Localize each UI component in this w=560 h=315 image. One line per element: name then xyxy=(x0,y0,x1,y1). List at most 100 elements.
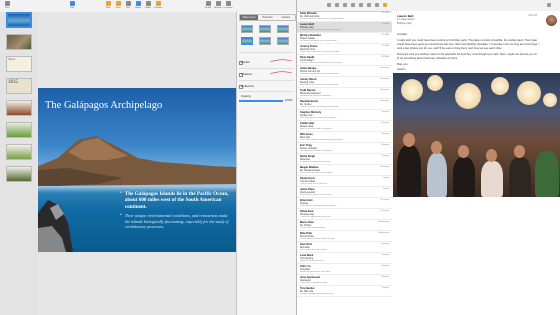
message-date: 8:52 AM xyxy=(381,45,389,47)
message-date: Yesterday xyxy=(379,78,389,80)
style-swatch[interactable] xyxy=(241,25,253,33)
message-row[interactable]: Jamie Rhee Quick question Do you have the … xyxy=(297,187,392,198)
face xyxy=(458,145,469,158)
message-preview: Weather looks great for Saturday… xyxy=(300,95,333,98)
message-row[interactable]: Wesley Steinfeld Project update Got a few … xyxy=(297,33,392,44)
message-preview: Heard the great news, well done… xyxy=(300,271,332,274)
message-row[interactable]: Marco Diaz Re: Photos These came out beaut… xyxy=(297,220,392,231)
trash-icon[interactable] xyxy=(343,3,347,7)
tab-transition[interactable]: Transition xyxy=(258,15,276,20)
divider xyxy=(239,52,294,53)
message-subject: Quick question xyxy=(300,191,316,194)
opacity-value[interactable]: 100% xyxy=(285,98,293,102)
message-row[interactable]: Nina Park Dinner Friday Let me know what t… xyxy=(297,231,392,242)
message-row[interactable]: Ashley Wood Meeting notes Attached are the… xyxy=(297,77,392,88)
message-row[interactable]: Stephen McCarty Garden club Next meeting w… xyxy=(297,110,392,121)
message-subject: Volunteer day xyxy=(300,213,315,216)
opacity-label: Opacity xyxy=(241,94,252,98)
search-icon[interactable] xyxy=(547,3,551,7)
slide-title[interactable]: The Galápagos Archipelago xyxy=(45,100,162,111)
message-row[interactable]: Megan Wallace Re: Weekend plans Count me i… xyxy=(297,165,392,176)
message-row[interactable]: Tom Becker Re: Bike ride Sunday morning wo… xyxy=(297,286,392,297)
slide-canvas: The Galápagos Archipelago • The Galápagos… xyxy=(38,12,236,315)
message-row[interactable]: Kelly Wheeler Re: Fall book picks Hi! Here… xyxy=(297,11,392,22)
junk-icon[interactable] xyxy=(351,3,355,7)
message-row[interactable]: Nisha Singh Welcome! So glad you could joi… xyxy=(297,154,392,165)
slide-thumbnail[interactable]: 1835 xyxy=(6,78,32,94)
message-row[interactable]: Lauren Bell Birthday party I really wish y… xyxy=(297,22,392,33)
archive-icon[interactable] xyxy=(335,3,339,7)
view-icon xyxy=(4,1,10,6)
message-subject: Hiking this weekend xyxy=(300,92,321,95)
message-date: 9:28 AM xyxy=(381,23,389,25)
message-preview: Here's the itinerary so far… xyxy=(300,260,326,263)
slide-thumbnail[interactable] xyxy=(6,100,32,116)
avatar xyxy=(546,15,557,26)
message-subject: Re: Bike ride xyxy=(300,290,314,293)
style-swatch[interactable] xyxy=(241,37,253,45)
slide-thumbnail[interactable] xyxy=(6,166,32,182)
table-button[interactable]: Table xyxy=(103,1,113,9)
message-row[interactable]: Julien Merjee Photos from the trip Uploade… xyxy=(297,66,392,77)
slide-thumbnail[interactable] xyxy=(6,12,32,28)
body-line: took a few photos just for you, and I'll… xyxy=(397,47,503,50)
message-row[interactable]: Lena Ward Trip planning Here's the itinera… xyxy=(297,253,392,264)
slide-thumbnail[interactable] xyxy=(6,144,32,160)
message-row[interactable]: Paula Ferrer Concert tickets I got us seat… xyxy=(297,176,392,187)
message-row[interactable]: Will Jones Book club Can't wait to discuss… xyxy=(297,132,392,143)
media-button[interactable]: Media xyxy=(143,1,153,9)
message-preview: The updated schedule is attached… xyxy=(300,150,334,153)
slide-thumbnail[interactable]: NEWS xyxy=(6,56,32,72)
slide[interactable]: The Galápagos Archipelago • The Galápagos… xyxy=(38,88,236,252)
play-button[interactable]: Play xyxy=(67,1,77,9)
message-row[interactable]: Danielle Bodor Re: Invoice Thanks, receive… xyxy=(297,99,392,110)
bullet-item: • The Galápagos Islands lie in the Pacifi… xyxy=(120,191,229,210)
body-line: Everyone sent you wishes! I went to the … xyxy=(397,53,537,56)
style-swatch[interactable] xyxy=(277,25,289,33)
style-swatch[interactable] xyxy=(259,37,271,45)
plant xyxy=(535,151,559,197)
message-row[interactable]: Sam Ortiz Reminder Don't forget about the … xyxy=(297,242,392,253)
message-row[interactable]: Jeremy Fisher Field trip forms Please sign… xyxy=(297,44,392,55)
message-preview: I got us seats in the third row… xyxy=(300,183,329,186)
face xyxy=(514,145,525,158)
style-swatch[interactable] xyxy=(259,25,271,33)
greeting: Hi Adam, xyxy=(397,33,408,36)
slide-thumbnail[interactable] xyxy=(6,34,32,50)
text-button[interactable]: Text xyxy=(123,1,133,9)
party-photo[interactable] xyxy=(393,73,560,197)
message-row[interactable]: Olivia Kent Volunteer day Thanks for signi… xyxy=(297,209,392,220)
style-swatch[interactable] xyxy=(277,37,289,45)
body-line: to do something about that busy schedule… xyxy=(397,57,458,60)
reply-icon[interactable] xyxy=(359,3,363,7)
comment-button[interactable]: Comment xyxy=(153,1,163,9)
document-button[interactable]: Document xyxy=(223,1,233,9)
opacity-slider[interactable] xyxy=(239,100,283,102)
reply-all-icon[interactable] xyxy=(367,3,371,7)
format-button[interactable]: Format xyxy=(203,1,213,9)
message-row[interactable]: Brian Hart Carpool I can drive on Wednesda… xyxy=(297,198,392,209)
message-row[interactable]: Caitlin Hale Recipe swap Here's the soup r… xyxy=(297,121,392,132)
forward-icon[interactable] xyxy=(375,3,379,7)
view-button[interactable]: View xyxy=(2,1,12,9)
message-row[interactable]: June Appleseed Newsletter This month's hig… xyxy=(297,275,392,286)
slide-thumbnail[interactable] xyxy=(6,122,32,138)
mail-window: Kelly Wheeler Re: Fall book picks Hi! Here… xyxy=(296,0,560,315)
shape-button[interactable]: Shape xyxy=(133,1,143,9)
message-subject: Re: Invoice xyxy=(300,103,312,106)
tab-slide-layout[interactable]: Slide Layout xyxy=(240,15,259,20)
message-subject: Book club xyxy=(300,136,311,139)
message-date: Monday xyxy=(381,144,389,146)
tab-animate[interactable]: Animate xyxy=(277,15,295,20)
message-row[interactable]: Ryan Spath Lunch today? There's a new plac… xyxy=(297,55,392,66)
message-row[interactable]: Chris Yu Congrats! Heard the great news, w… xyxy=(297,264,392,275)
compose-icon[interactable] xyxy=(327,3,331,7)
slide-body-text[interactable]: • The Galápagos Islands lie in the Pacifi… xyxy=(120,191,232,232)
animate-button[interactable]: Animate xyxy=(213,1,223,9)
message-row[interactable]: Todd Raysin Hiking this weekend Weather lo… xyxy=(297,88,392,99)
flag-icon[interactable] xyxy=(383,3,387,7)
message-subject: Congrats! xyxy=(300,268,310,271)
divider xyxy=(239,68,294,69)
message-row[interactable]: Eric Tong Soccer schedule The updated sche… xyxy=(297,143,392,154)
chart-button[interactable]: Chart xyxy=(113,1,123,9)
